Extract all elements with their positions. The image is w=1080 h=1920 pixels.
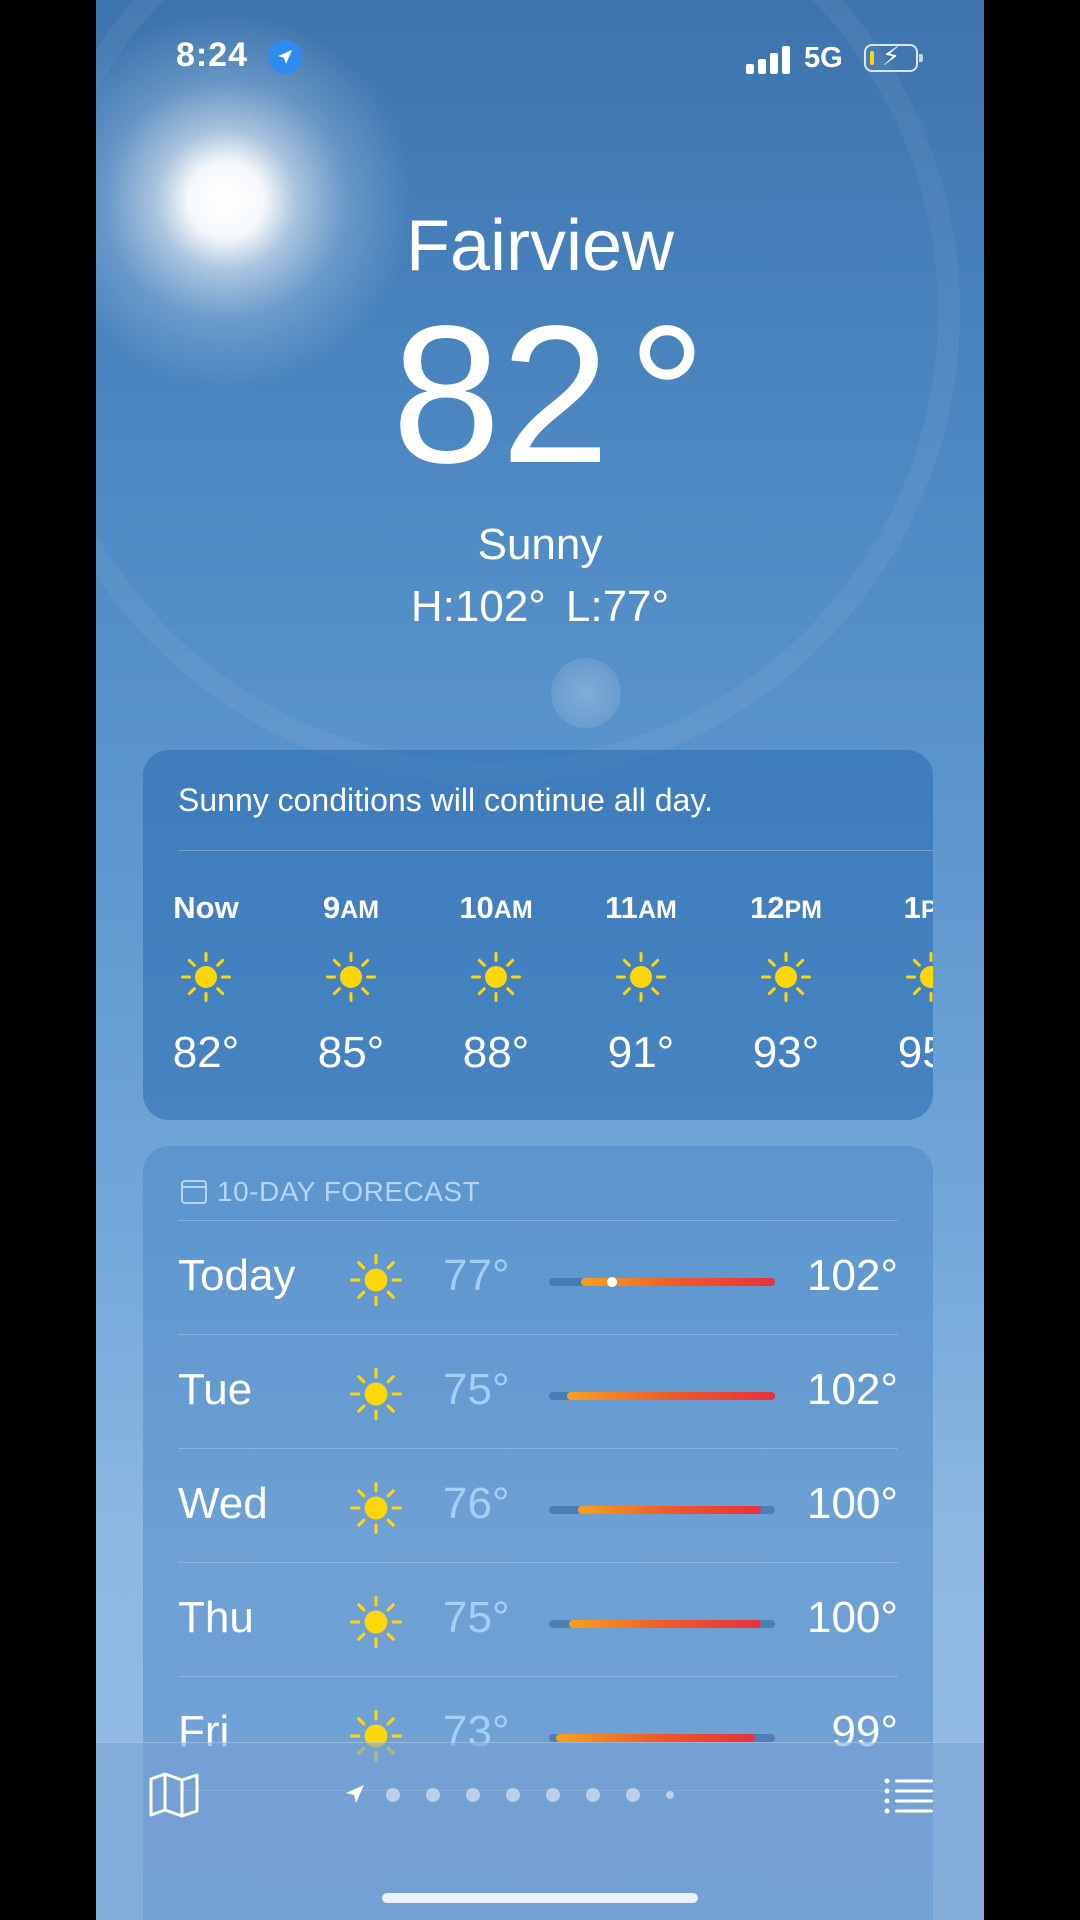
forecast-low: 75° <box>443 1593 510 1642</box>
lens-flare <box>551 658 621 728</box>
forecast-row[interactable]: Tue 75° 102° <box>178 1335 898 1449</box>
forecast-day: Thu <box>178 1593 254 1642</box>
forecast-high: 102° <box>806 1365 898 1414</box>
status-time: 8:24 <box>176 36 249 74</box>
hourly-item: 9AM 85° <box>296 890 406 1078</box>
temperature-range-fill <box>567 1392 775 1400</box>
hour-temperature: 91° <box>607 1028 675 1077</box>
page-dot[interactable] <box>666 1791 674 1799</box>
forecast-row[interactable]: Today 77° 102° <box>178 1221 898 1335</box>
page-dot[interactable] <box>546 1788 560 1802</box>
sun-icon <box>349 1253 402 1306</box>
low-temperature: L:77° <box>565 582 670 631</box>
forecast-title: 10-DAY FORECAST <box>217 1176 481 1207</box>
page-dot[interactable] <box>466 1788 480 1802</box>
weather-screen: 8:24 5G ⚡ Fairview 82° Sunny H:102° L:77°… <box>96 0 984 1920</box>
home-indicator[interactable] <box>382 1893 698 1903</box>
hourly-forecast-card[interactable]: Sunny conditions will continue all day. … <box>143 750 933 1120</box>
temperature-range-fill <box>569 1620 762 1628</box>
sun-icon <box>181 952 231 1002</box>
forecast-low: 75° <box>443 1365 510 1414</box>
forecast-day: Wed <box>178 1479 268 1528</box>
forecast-low: 76° <box>443 1479 510 1528</box>
current-temperature: 82° <box>96 295 984 495</box>
hourly-item: 11AM 91° <box>586 890 696 1078</box>
temperature-range-bar <box>549 1277 775 1287</box>
divider <box>178 850 933 851</box>
forecast-high: 100° <box>806 1479 898 1528</box>
hour-label: 12PM <box>750 890 822 925</box>
hour-label: 11AM <box>605 890 677 925</box>
calendar-icon <box>181 1180 207 1204</box>
temperature-range-fill <box>578 1506 762 1514</box>
forecast-low: 77° <box>443 1251 510 1300</box>
network-label: 5G <box>804 42 843 74</box>
forecast-day: Tue <box>178 1365 253 1414</box>
city-name: Fairview <box>405 206 675 286</box>
hour-temperature: 82° <box>172 1028 240 1077</box>
forecast-high: 100° <box>806 1593 898 1642</box>
hourly-item: 1PM 95° <box>876 890 933 1078</box>
map-icon[interactable] <box>148 1771 200 1819</box>
high-temperature: H:102° <box>410 582 546 631</box>
temperature-range-bar <box>549 1506 775 1514</box>
sun-icon <box>349 1481 402 1534</box>
battery-charging-icon: ⚡ <box>864 41 923 72</box>
degree-symbol: ° <box>627 285 707 504</box>
hour-label: 1PM <box>903 890 933 925</box>
hour-label: Now <box>173 890 239 925</box>
sun-icon <box>349 1367 402 1420</box>
list-icon[interactable] <box>884 1777 934 1815</box>
forecast-day: Today <box>178 1251 296 1300</box>
temperature-range-bar <box>549 1620 775 1628</box>
hour-label: 10AM <box>459 890 533 925</box>
hourly-item: Now 82° <box>151 890 261 1078</box>
temperature-range-bar <box>549 1392 775 1400</box>
hourly-item: 10AM 88° <box>441 890 551 1078</box>
temperature-range-bar <box>549 1734 775 1742</box>
page-dot[interactable] <box>586 1788 600 1802</box>
page-dot[interactable] <box>626 1788 640 1802</box>
forecast-high: 102° <box>806 1251 898 1300</box>
hour-temperature: 85° <box>317 1028 385 1077</box>
page-dot[interactable] <box>426 1788 440 1802</box>
hour-temperature: 95° <box>897 1028 933 1077</box>
forecast-row[interactable]: Thu 75° 100° <box>178 1563 898 1677</box>
sun-icon <box>471 952 521 1002</box>
hourly-summary: Sunny conditions will continue all day. <box>178 782 713 818</box>
signal-icon <box>746 46 794 74</box>
hour-label: 9AM <box>322 890 380 925</box>
hour-temperature: 88° <box>462 1028 530 1077</box>
location-arrow-icon <box>268 40 302 74</box>
hourly-item: 12PM 93° <box>731 890 841 1078</box>
sun-icon <box>326 952 376 1002</box>
forecast-header: 10-DAY FORECAST <box>181 1176 480 1208</box>
hour-temperature: 93° <box>752 1028 820 1077</box>
sun-icon <box>906 952 933 1002</box>
temperature-range-fill <box>555 1734 755 1742</box>
current-location-page-icon[interactable] <box>342 1781 368 1807</box>
page-dot[interactable] <box>386 1788 400 1802</box>
sun-icon <box>616 952 666 1002</box>
forecast-row[interactable]: Wed 76° 100° <box>178 1449 898 1563</box>
current-temperature-value: 82 <box>391 285 610 504</box>
current-condition: Sunny <box>477 520 603 569</box>
high-low: H:102° L:77° <box>96 582 984 632</box>
sun-icon <box>349 1595 402 1648</box>
page-dot[interactable] <box>506 1788 520 1802</box>
sun-icon <box>761 952 811 1002</box>
